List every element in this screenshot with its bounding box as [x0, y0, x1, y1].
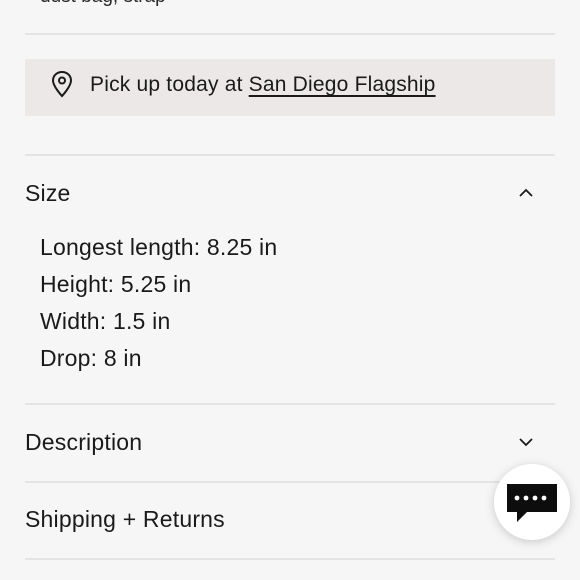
- size-accordion-title: Size: [25, 180, 71, 206]
- product-details-panel: dust bag, strap Pick up today at San Die…: [0, 0, 580, 580]
- divider: [25, 33, 555, 35]
- includes-text: dust bag, strap: [40, 0, 166, 8]
- chat-bubble-icon: [507, 484, 557, 522]
- store-link[interactable]: San Diego Flagship: [249, 73, 436, 96]
- size-line: Longest length: 8.25 in: [40, 234, 278, 260]
- divider: [25, 558, 555, 560]
- size-line: Drop: 8 in: [40, 345, 142, 371]
- size-line: Height: 5.25 in: [40, 271, 192, 297]
- shipping-accordion-header[interactable]: Shipping + Returns: [25, 500, 555, 540]
- divider: [25, 481, 555, 483]
- chevron-up-icon[interactable]: [517, 186, 535, 200]
- shipping-accordion-title: Shipping + Returns: [25, 506, 225, 532]
- divider: [25, 403, 555, 405]
- description-accordion-header[interactable]: Description: [25, 423, 555, 463]
- pickup-prefix: Pick up today at: [90, 73, 243, 96]
- divider: [25, 154, 555, 156]
- pickup-text: Pick up today at San Diego Flagship: [90, 73, 436, 97]
- chevron-down-icon[interactable]: [517, 435, 535, 449]
- map-pin-icon: [51, 70, 73, 98]
- size-line: Width: 1.5 in: [40, 308, 171, 334]
- description-accordion-title: Description: [25, 429, 143, 455]
- size-accordion-header[interactable]: Size: [25, 174, 555, 214]
- chat-button[interactable]: [494, 464, 570, 540]
